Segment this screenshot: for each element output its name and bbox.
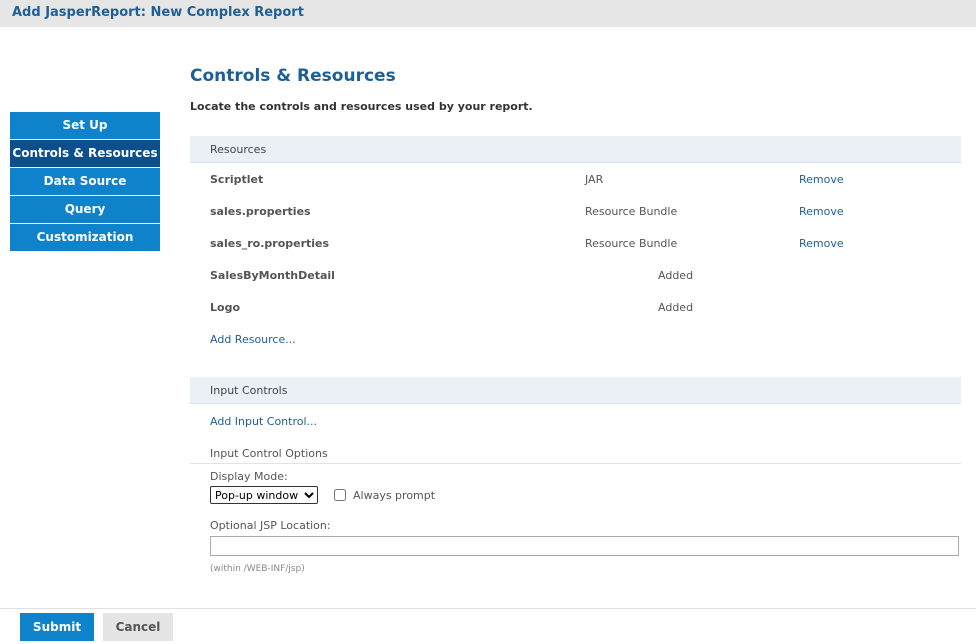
- wizard-nav: Set Up Controls & Resources Data Source …: [10, 112, 160, 252]
- resource-name: sales_ro.properties: [210, 237, 330, 250]
- resource-name: Logo: [210, 301, 240, 314]
- resource-type: Resource Bundle: [585, 237, 678, 250]
- display-mode-select[interactable]: Pop-up window: [210, 486, 318, 504]
- nav-item-controls-resources[interactable]: Controls & Resources: [10, 140, 160, 167]
- remove-link[interactable]: Remove: [799, 205, 844, 218]
- add-input-control-link[interactable]: Add Input Control...: [210, 415, 317, 428]
- add-resource-link[interactable]: Add Resource...: [210, 333, 296, 346]
- jsp-location-label: Optional JSP Location:: [210, 519, 331, 532]
- title-bar: Add JasperReport: New Complex Report: [0, 0, 976, 27]
- page-title: Add JasperReport: New Complex Report: [12, 5, 304, 20]
- remove-link[interactable]: Remove: [799, 173, 844, 186]
- resource-type: JAR: [585, 173, 604, 186]
- section-heading: Controls & Resources: [190, 66, 396, 86]
- resource-name: Scriptlet: [210, 173, 264, 186]
- resource-row: sales_ro.properties Resource Bundle Remo…: [190, 237, 961, 257]
- resources-header-label: Resources: [210, 143, 267, 156]
- display-mode-label: Display Mode:: [210, 470, 288, 483]
- section-subtitle: Locate the controls and resources used b…: [190, 100, 533, 113]
- always-prompt-checkbox[interactable]: [334, 489, 346, 501]
- resource-status: Added: [658, 269, 694, 282]
- remove-link[interactable]: Remove: [799, 237, 844, 250]
- footer-divider: [0, 608, 976, 609]
- input-controls-header: Input Controls: [190, 377, 961, 404]
- nav-item-customization[interactable]: Customization: [10, 224, 160, 251]
- always-prompt-label: Always prompt: [353, 489, 436, 502]
- resource-row: SalesByMonthDetail Added: [190, 269, 961, 289]
- nav-item-set-up[interactable]: Set Up: [10, 112, 160, 139]
- resource-name: SalesByMonthDetail: [210, 269, 335, 282]
- submit-button[interactable]: Submit: [20, 613, 94, 641]
- cancel-button[interactable]: Cancel: [103, 613, 173, 641]
- resource-row: sales.properties Resource Bundle Remove: [190, 205, 961, 225]
- jsp-location-input[interactable]: [210, 536, 959, 556]
- resource-name: sales.properties: [210, 205, 311, 218]
- nav-item-data-source[interactable]: Data Source: [10, 168, 160, 195]
- input-control-options-header: Input Control Options: [190, 447, 961, 464]
- resource-status: Added: [658, 301, 694, 314]
- resource-type: Resource Bundle: [585, 205, 678, 218]
- resources-header: Resources: [190, 136, 961, 163]
- resource-row: Scriptlet JAR Remove: [190, 173, 961, 193]
- resource-row: Logo Added: [190, 301, 961, 321]
- jsp-location-hint: (within /WEB-INF/jsp): [210, 564, 305, 574]
- input-control-options-label: Input Control Options: [210, 447, 328, 460]
- input-controls-header-label: Input Controls: [210, 384, 288, 397]
- nav-item-query[interactable]: Query: [10, 196, 160, 223]
